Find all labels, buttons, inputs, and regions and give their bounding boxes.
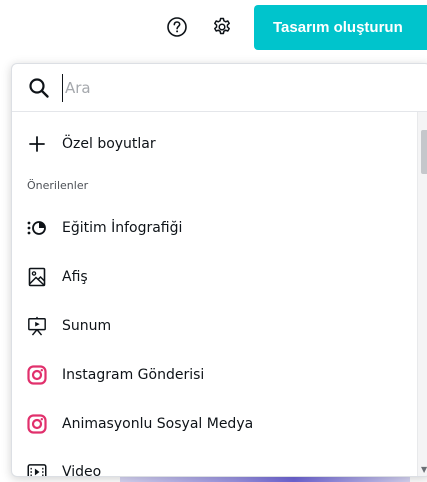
custom-size-item[interactable]: Özel boyutlar (12, 122, 417, 166)
list-item-label: Afiş (62, 269, 88, 285)
list-item-label: Video (62, 464, 102, 477)
list-item-presentation[interactable]: Sunum (12, 304, 417, 348)
infographic-icon (27, 218, 47, 238)
list-item-instagram-post[interactable]: Instagram Gönderisi (12, 353, 417, 397)
list-item-label: Sunum (62, 318, 112, 334)
create-design-dropdown: Özel boyutlar Önerilenler Eğitim İnfogra… (11, 63, 427, 477)
scrollbar-thumb[interactable] (421, 130, 427, 174)
list-item-poster[interactable]: Afiş (12, 255, 417, 299)
top-bar: Tasarım oluşturun (0, 0, 427, 56)
create-design-button[interactable]: Tasarım oluşturun (254, 5, 427, 50)
search-input[interactable] (62, 73, 362, 102)
list-item-label: Animasyonlu Sosyal Medya (62, 416, 254, 432)
presentation-icon (27, 316, 47, 336)
instagram-icon (27, 414, 47, 434)
instagram-icon (27, 365, 47, 385)
video-icon (27, 462, 47, 476)
list-item-education-infographic[interactable]: Eğitim İnfografiği (12, 206, 417, 250)
search-bar (12, 64, 427, 112)
settings-button[interactable] (209, 14, 235, 40)
list-scrollbar[interactable]: ▼ (417, 112, 427, 476)
list-item-label: Eğitim İnfografiği (62, 220, 183, 236)
plus-icon (27, 134, 47, 154)
list-item-video[interactable]: Video (12, 450, 417, 477)
scroll-down-arrow-icon[interactable]: ▼ (421, 465, 427, 474)
poster-icon (27, 267, 47, 287)
help-circle-icon (167, 17, 187, 37)
list-item-label: Instagram Gönderisi (62, 367, 205, 383)
gear-icon (214, 17, 230, 35)
custom-size-label: Özel boyutlar (62, 136, 156, 152)
section-title-recommended: Önerilenler (27, 179, 89, 192)
help-button[interactable] (164, 14, 190, 40)
search-icon (28, 77, 50, 99)
list-item-animated-social-media[interactable]: Animasyonlu Sosyal Medya (12, 402, 417, 446)
